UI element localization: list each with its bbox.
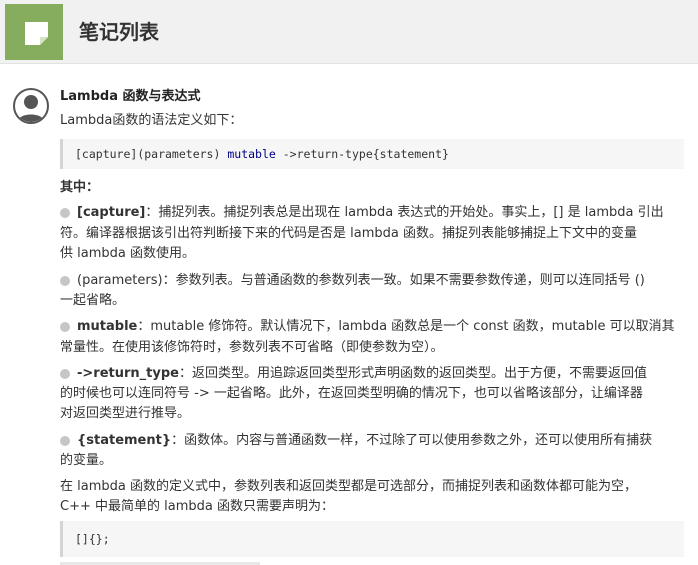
item-capture-text-1: ：捕捉列表。捕捉列表总是出现在 lambda 表达式的开始处。事实上，[] 是 … — [145, 205, 664, 220]
note-icon — [25, 22, 48, 45]
item-return-type-text-1: ：返回类型。用追踪返回类型形式声明函数的返回类型。出于方便，不需要返回值 — [178, 366, 647, 381]
item-capture-line-2: 符。编译器根据该引出符判断接下来的代码是否是 lambda 函数。捕捉列表能够捕… — [60, 226, 637, 241]
syntax-code: [capture](parameters) mutable ->return-t… — [75, 146, 449, 162]
bullet-dot — [60, 276, 70, 286]
item-return-type-label: ->return_type — [77, 366, 179, 381]
bullet-dot — [60, 322, 70, 332]
item-mutable-label: mutable — [77, 319, 138, 334]
item-capture-line-1: [capture]：捕捉列表。捕捉列表总是出现在 lambda 表达式的开始处。… — [77, 203, 664, 223]
summary-line-2: C++ 中最简单的 lambda 函数只需要声明为： — [60, 499, 334, 514]
item-statement-line-2: 的变量。 — [60, 453, 113, 468]
item-return-type-line-1: ->return_type：返回类型。用追踪返回类型形式声明函数的返回类型。出于… — [77, 364, 647, 384]
avatar[interactable] — [13, 88, 49, 124]
item-return-type-line-2: 的时候也可以连同符号 -> 一起省略。此外，在返回类型明确的情况下，也可以省略该… — [60, 386, 643, 401]
item-parameters-line-2: 一起省略。 — [60, 293, 126, 308]
item-mutable-text-1: ：mutable 修饰符。默认情况下，lambda 函数总是一个 const 函… — [137, 319, 675, 334]
where-label: 其中： — [60, 180, 100, 195]
item-parameters-label: (parameters) — [77, 273, 163, 288]
item-capture-line-3: 供 lambda 函数使用。 — [60, 246, 195, 261]
code-params: (parameters) — [137, 147, 221, 161]
note-title: Lambda 函数与表达式 — [60, 89, 201, 104]
page-title: 笔记列表 — [79, 20, 159, 44]
simplest-code: []{}; — [75, 532, 110, 546]
code-rest: ->return-type{statement} — [282, 147, 449, 161]
header-icon-box — [5, 4, 63, 60]
syntax-code-block: [capture](parameters) mutable ->return-t… — [60, 139, 684, 169]
item-mutable-line-1: mutable：mutable 修饰符。默认情况下，lambda 函数总是一个 … — [77, 317, 675, 337]
item-return-type-line-3: 对返回类型进行推导。 — [60, 406, 191, 421]
simplest-code-block: []{}; — [60, 521, 684, 557]
item-capture-label: [capture] — [77, 205, 146, 220]
bullet-dot — [60, 369, 70, 379]
item-mutable-line-2: 常量性。在使用该修饰符时，参数列表不可省略（即使参数为空）。 — [60, 340, 444, 355]
item-parameters-text-1: ：参数列表。与普通函数的参数列表一致。如果不需要参数传递，则可以连同括号 () — [162, 273, 645, 288]
item-statement-label: {statement} — [77, 433, 172, 448]
user-icon — [17, 95, 45, 122]
code-capture: [capture] — [75, 147, 138, 161]
code-mutable-keyword: mutable — [227, 147, 276, 161]
note-intro: Lambda函数的语法定义如下： — [60, 113, 243, 128]
page: 笔记列表 Lambda 函数与表达式 Lambda函数的语法定义如下： [cap… — [0, 0, 698, 565]
item-statement-line-1: {statement}：函数体。内容与普通函数一样，不过除了可以使用参数之外，还… — [77, 431, 652, 451]
bullet-dot — [60, 436, 70, 446]
item-parameters-line-1: (parameters)：参数列表。与普通函数的参数列表一致。如果不需要参数传递… — [77, 271, 645, 291]
notes-header: 笔记列表 — [0, 0, 698, 64]
bullet-dot — [60, 208, 70, 218]
summary-line-1: 在 lambda 函数的定义式中，参数列表和返回类型都是可选部分，而捕捉列表和函… — [60, 479, 637, 494]
item-statement-text-1: ：函数体。内容与普通函数一样，不过除了可以使用参数之外，还可以使用所有捕获 — [171, 433, 653, 448]
